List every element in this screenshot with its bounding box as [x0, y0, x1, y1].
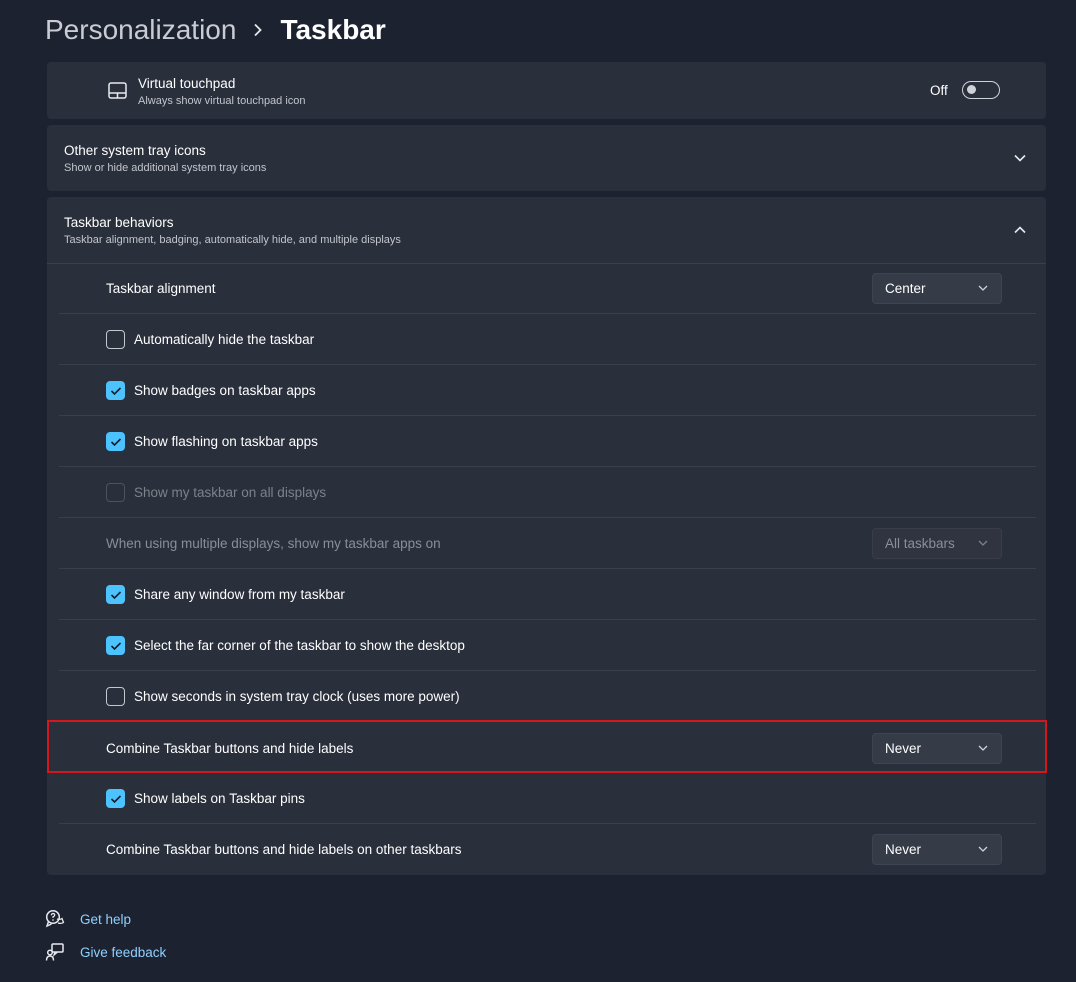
chevron-down-icon — [978, 745, 988, 751]
other-system-tray-icons-card[interactable]: Other system tray icons Show or hide add… — [47, 125, 1046, 191]
labels-pins-label[interactable]: Show labels on Taskbar pins — [134, 773, 305, 824]
seconds-label[interactable]: Show seconds in system tray clock (uses … — [134, 671, 460, 722]
auto-hide-checkbox[interactable] — [106, 330, 125, 349]
taskbar-settings-page: Personalization Taskbar Virtual touchpad… — [0, 0, 1076, 982]
breadcrumb-parent-personalization[interactable]: Personalization — [45, 14, 236, 46]
checkmark-icon — [110, 794, 121, 803]
breadcrumb: Personalization Taskbar — [45, 10, 386, 50]
page-title: Taskbar — [280, 14, 386, 45]
checkmark-icon — [110, 590, 121, 599]
multi-display-value: All taskbars — [885, 536, 955, 551]
multi-display-dropdown: All taskbars — [872, 528, 1002, 559]
taskbar-alignment-value: Center — [885, 281, 926, 296]
far-corner-checkbox[interactable] — [106, 636, 125, 655]
setting-row-all-displays: Show my taskbar on all displays — [47, 467, 1046, 518]
taskbar-behaviors-header[interactable]: Taskbar behaviors Taskbar alignment, bad… — [47, 197, 1046, 263]
setting-row-far-corner: Select the far corner of the taskbar to … — [47, 620, 1046, 671]
combine-other-label: Combine Taskbar buttons and hide labels … — [106, 842, 462, 857]
setting-row-flashing: Show flashing on taskbar apps — [47, 416, 1046, 467]
other-tray-subtitle: Show or hide additional system tray icon… — [64, 162, 267, 174]
virtual-touchpad-card: Virtual touchpad Always show virtual tou… — [47, 62, 1046, 119]
checkmark-icon — [110, 641, 121, 650]
auto-hide-label[interactable]: Automatically hide the taskbar — [134, 314, 314, 365]
chevron-down-icon — [978, 540, 988, 546]
setting-row-labels-pins: Show labels on Taskbar pins — [47, 773, 1046, 824]
far-corner-label[interactable]: Select the far corner of the taskbar to … — [134, 620, 465, 671]
taskbar-alignment-label: Taskbar alignment — [106, 281, 216, 296]
all-displays-label: Show my taskbar on all displays — [134, 485, 327, 500]
checkmark-icon — [110, 437, 121, 446]
setting-row-combine: Combine Taskbar buttons and hide labels … — [47, 722, 1046, 775]
get-help-label: Get help — [80, 911, 132, 927]
combine-value: Never — [885, 741, 922, 756]
combine-dropdown[interactable]: Never — [872, 733, 1002, 764]
setting-row-auto-hide: Automatically hide the taskbar — [47, 314, 1046, 365]
help-chat-icon — [45, 909, 65, 929]
chevron-up-icon[interactable] — [1013, 223, 1027, 237]
multi-display-label: When using multiple displays, show my ta… — [106, 536, 441, 551]
combine-other-value: Never — [885, 842, 922, 857]
share-window-checkbox[interactable] — [106, 585, 125, 604]
flashing-checkbox[interactable] — [106, 432, 125, 451]
taskbar-behaviors-title: Taskbar behaviors — [64, 215, 174, 230]
chevron-down-icon[interactable] — [1013, 151, 1027, 165]
combine-other-dropdown[interactable]: Never — [872, 834, 1002, 865]
feedback-icon — [45, 942, 65, 962]
toggle-knob — [967, 85, 976, 94]
virtual-touchpad-toggle[interactable] — [962, 81, 1000, 99]
taskbar-behaviors-card: Taskbar behaviors Taskbar alignment, bad… — [47, 197, 1046, 875]
virtual-touchpad-title: Virtual touchpad — [138, 76, 236, 91]
taskbar-behaviors-subtitle: Taskbar alignment, badging, automaticall… — [64, 234, 401, 246]
chevron-down-icon — [978, 285, 988, 291]
setting-row-combine-other: Combine Taskbar buttons and hide labels … — [47, 824, 1046, 875]
give-feedback-label: Give feedback — [80, 944, 167, 960]
share-window-label[interactable]: Share any window from my taskbar — [134, 569, 345, 620]
setting-row-badges: Show badges on taskbar apps — [47, 365, 1046, 416]
setting-row-taskbar-alignment: Taskbar alignment Center — [47, 263, 1046, 314]
setting-row-share-window: Share any window from my taskbar — [47, 569, 1046, 620]
seconds-checkbox[interactable] — [106, 687, 125, 706]
touchpad-icon — [107, 80, 127, 100]
chevron-down-icon — [978, 846, 988, 852]
labels-pins-checkbox[interactable] — [106, 789, 125, 808]
checkmark-icon — [110, 386, 121, 395]
get-help-link[interactable]: Get help — [45, 907, 131, 931]
flashing-label[interactable]: Show flashing on taskbar apps — [134, 416, 318, 467]
combine-label: Combine Taskbar buttons and hide labels — [106, 741, 354, 756]
taskbar-alignment-dropdown[interactable]: Center — [872, 273, 1002, 304]
chevron-right-icon — [246, 10, 270, 50]
all-displays-checkbox — [106, 483, 125, 502]
virtual-touchpad-toggle-label: Off — [930, 83, 948, 98]
virtual-touchpad-subtitle: Always show virtual touchpad icon — [138, 95, 306, 107]
setting-row-seconds: Show seconds in system tray clock (uses … — [47, 671, 1046, 722]
give-feedback-link[interactable]: Give feedback — [45, 940, 166, 964]
other-tray-title: Other system tray icons — [64, 143, 206, 158]
badges-checkbox[interactable] — [106, 381, 125, 400]
setting-row-multi-display: When using multiple displays, show my ta… — [47, 518, 1046, 569]
badges-label[interactable]: Show badges on taskbar apps — [134, 365, 316, 416]
